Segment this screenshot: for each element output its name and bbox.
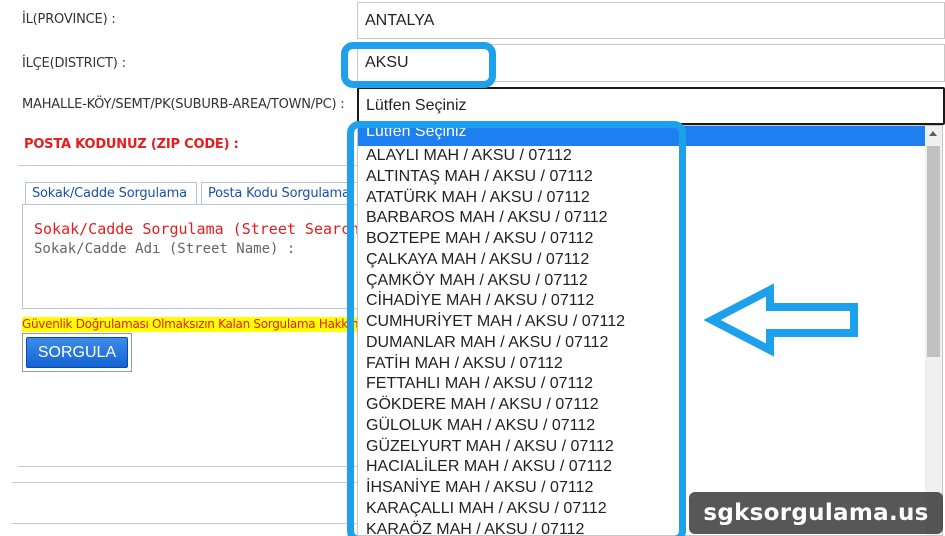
divider-top: [18, 165, 358, 166]
zip-code-label: POSTA KODUNUZ (ZIP CODE) :: [24, 137, 239, 152]
tab-street-search[interactable]: Sokak/Cadde Sorgulama: [25, 182, 197, 204]
divider-lower: [12, 482, 358, 483]
submit-button[interactable]: SORGULA: [26, 337, 128, 368]
options-highlight-box: [347, 121, 686, 536]
district-label: İLÇE(DISTRICT) :: [22, 56, 126, 71]
tab-zip-search-label: Posta Kodu Sorgulama: [208, 186, 350, 201]
province-value: ANTALYA: [365, 11, 435, 29]
divider-bottom: [12, 523, 358, 524]
submit-button-label: SORGULA: [37, 343, 117, 361]
province-label: İL(PROVINCE) :: [22, 12, 116, 27]
security-warning: Güvenlik Doğrulaması Olmaksızın Kalan So…: [22, 317, 358, 332]
district-highlight-box: [341, 42, 496, 88]
tab-street-search-label: Sokak/Cadde Sorgulama: [32, 186, 187, 201]
scroll-up-arrow-icon[interactable]: [929, 131, 937, 136]
left-arrow-icon: [704, 283, 858, 357]
suburb-select[interactable]: Lütfen Seçiniz: [357, 87, 945, 125]
divider-middle: [18, 466, 358, 467]
street-name-label: Sokak/Cadde Adı (Street Name) :: [34, 241, 296, 257]
tab-zip-search[interactable]: Posta Kodu Sorgulama: [201, 182, 358, 204]
dropdown-scrollbar[interactable]: [925, 126, 942, 535]
suburb-value: Lütfen Seçiniz: [366, 97, 467, 114]
submit-button-frame: SORGULA: [22, 333, 132, 372]
watermark-text: sgksorgulama.us: [703, 500, 929, 526]
watermark: sgksorgulama.us: [689, 492, 943, 534]
suburb-label: MAHALLE-KÖY/SEMT/PK(SUBURB-AREA/TOWN/PC)…: [22, 97, 345, 112]
scrollbar-thumb[interactable]: [927, 146, 940, 357]
panel-title: Sokak/Cadde Sorgulama (Street Search): [34, 220, 362, 238]
province-select[interactable]: ANTALYA: [357, 2, 945, 39]
street-search-panel: Sokak/Cadde Sorgulama (Street Search) So…: [22, 204, 362, 309]
